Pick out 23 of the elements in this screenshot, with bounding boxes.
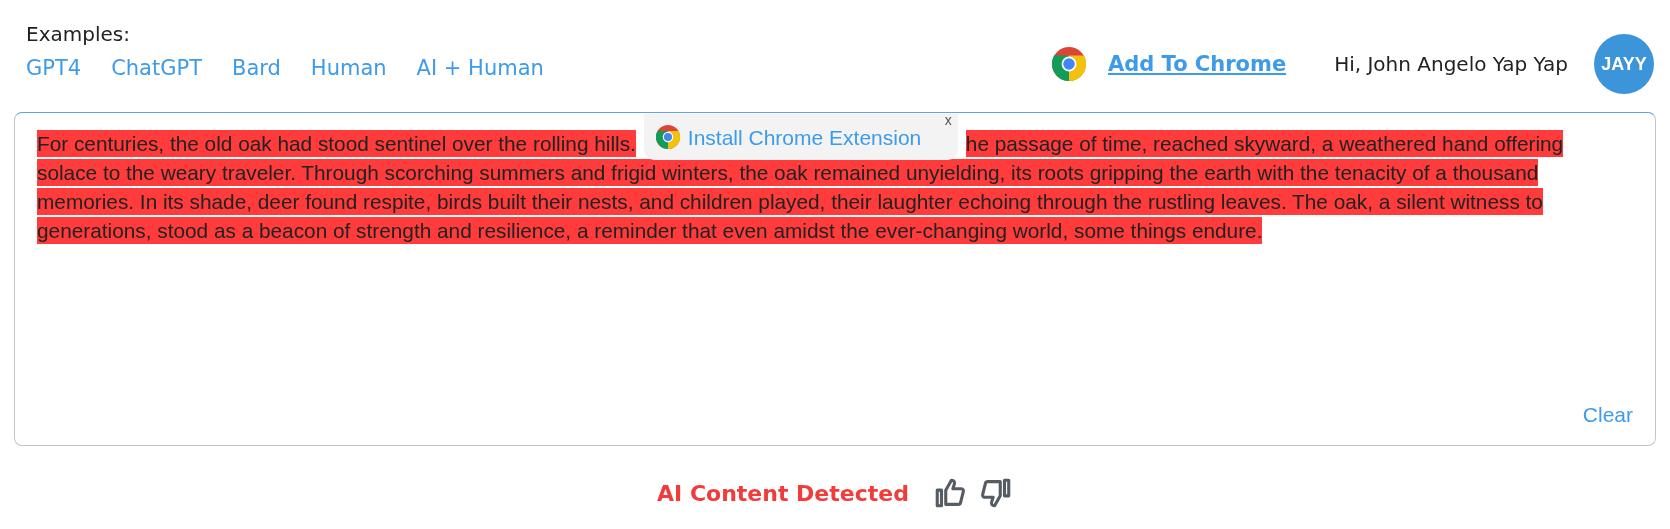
- chrome-logo-icon: [655, 125, 680, 150]
- close-button[interactable]: x: [944, 112, 952, 129]
- highlighted-text: generations, stood as a beacon of strength and resilience, a reminder that even amidst the ever-changing world, some things endure.: [37, 217, 1263, 244]
- example-link[interactable]: AI + Human: [416, 56, 544, 80]
- examples-label: Examples:: [26, 22, 131, 46]
- user-greeting: Hi, John Angelo Yap Yap: [1334, 52, 1568, 76]
- example-link[interactable]: Bard: [231, 56, 281, 80]
- add-to-chrome-link[interactable]: Add To Chrome: [1107, 52, 1287, 76]
- highlighted-text: he passage of time, reached skyward, a weathered hand offering: [965, 130, 1564, 157]
- clear-button[interactable]: Clear: [1582, 403, 1633, 427]
- install-extension-label: Install Chrome Extension: [687, 124, 922, 151]
- example-link[interactable]: Human: [310, 56, 387, 80]
- example-link[interactable]: ChatGPT: [111, 56, 202, 80]
- text-editor[interactable]: [14, 112, 1656, 446]
- detection-result: AI Content Detected: [657, 480, 909, 506]
- highlighted-text: solace to the weary traveler. Through scorching summers and frigid winters, the oak remained unyielding, its roots gripping the earth with the tenacity of a thousand: [37, 159, 1539, 186]
- highlighted-text: memories. In its shade, deer found respite, birds built their nests, and children played, their laughter echoing through the rustling leaves. The oak, a silent witness to: [37, 188, 1543, 215]
- chrome-logo-icon: [1051, 47, 1086, 81]
- install-extension-popup[interactable]: Install Chrome Extension x: [643, 114, 958, 161]
- highlighted-text: For centuries, the old oak had stood sentinel over the rolling hills.: [37, 130, 636, 157]
- example-link[interactable]: GPT4: [26, 56, 82, 80]
- user-avatar[interactable]: JAYY: [1594, 34, 1654, 94]
- thumbs-down-icon[interactable]: [978, 476, 1013, 510]
